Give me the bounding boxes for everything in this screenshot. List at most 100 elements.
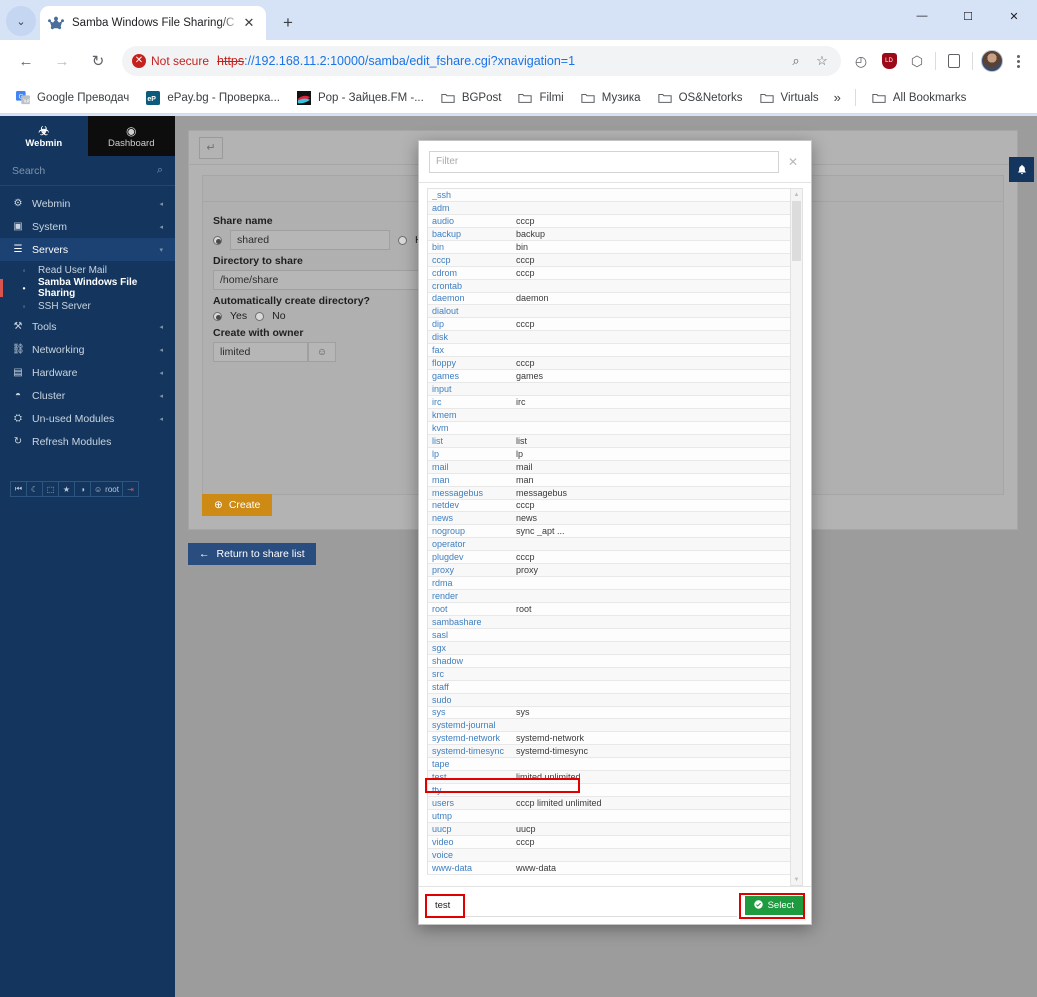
group-name[interactable]: irc	[432, 397, 516, 407]
address-bar[interactable]: ✕ Not secure https://192.168.11.2:10000/…	[122, 46, 841, 76]
group-name[interactable]: _ssh	[432, 190, 516, 200]
group-name[interactable]: nogroup	[432, 526, 516, 536]
all-bookmarks-button[interactable]: All Bookmarks	[864, 87, 974, 109]
table-row[interactable]: shadow	[428, 654, 794, 668]
table-row[interactable]: users cccp limited unlimited	[428, 797, 794, 810]
table-row[interactable]: fax	[428, 344, 794, 358]
table-row[interactable]: staff	[428, 680, 794, 694]
group-name[interactable]: list	[432, 436, 516, 446]
sidebar-item-unused-modules[interactable]: ⛭ Un-used Modules ◂	[0, 407, 175, 430]
screenshot-button[interactable]: ⬚	[42, 481, 59, 497]
table-row[interactable]: cdrom cccp	[428, 266, 794, 280]
language-button[interactable]: ◑	[74, 481, 91, 497]
table-row[interactable]: input	[428, 383, 794, 396]
table-row[interactable]: systemd-network systemd-network	[428, 732, 794, 746]
group-name[interactable]: lp	[432, 449, 516, 459]
browser-tab[interactable]: Samba Windows File Sharing/C ✕	[40, 6, 266, 40]
group-name[interactable]: proxy	[432, 565, 516, 575]
group-name[interactable]: staff	[432, 682, 516, 692]
table-row[interactable]: backup backup	[428, 227, 794, 241]
home-dirs-radio[interactable]	[398, 235, 407, 245]
table-row[interactable]: games games	[428, 370, 794, 384]
table-row[interactable]: tape	[428, 758, 794, 772]
sidebar-item-tools[interactable]: ⚒ Tools ◂	[0, 315, 175, 338]
table-row[interactable]: dialout	[428, 305, 794, 319]
favorites-button[interactable]: ★	[58, 481, 75, 497]
forward-icon[interactable]: →	[47, 46, 77, 76]
table-row[interactable]: src	[428, 667, 794, 681]
group-name[interactable]: dip	[432, 319, 516, 329]
new-tab-button[interactable]: +	[274, 9, 302, 37]
create-button[interactable]: ⊕ Create	[202, 494, 273, 516]
scroll-down-icon[interactable]: ▼	[791, 874, 802, 885]
group-name[interactable]: tape	[432, 759, 516, 769]
sidebar-item-samba[interactable]: • Samba Windows File Sharing	[0, 277, 175, 299]
search-icon[interactable]: ⌕	[783, 48, 809, 74]
group-name[interactable]: video	[432, 837, 516, 847]
bookmark-virtuals[interactable]: Virtuals	[752, 87, 826, 109]
sidebar-item-hardware[interactable]: ▤ Hardware ◂	[0, 361, 175, 384]
sidebar-item-networking[interactable]: ⛓ Networking ◂	[0, 338, 175, 361]
table-row[interactable]: sasl	[428, 628, 794, 642]
table-row[interactable]: sgx	[428, 641, 794, 655]
group-list[interactable]: _ssh adm audio cccp backup backup bin bin cccp cc…	[427, 188, 795, 875]
group-name[interactable]: sgx	[432, 643, 516, 653]
table-row[interactable]: root root	[428, 603, 794, 616]
group-name[interactable]: systemd-timesync	[432, 746, 516, 756]
group-name[interactable]: crontab	[432, 281, 516, 291]
bookmark-os-networks[interactable]: OS&Netorks	[650, 87, 750, 109]
table-row[interactable]: mail mail	[428, 460, 794, 474]
group-name[interactable]: operator	[432, 539, 516, 549]
group-name[interactable]: test	[432, 772, 516, 782]
group-name[interactable]: sudo	[432, 695, 516, 705]
table-row[interactable]: messagebus messagebus	[428, 486, 794, 500]
table-row[interactable]: uucp uucp	[428, 822, 794, 836]
group-name[interactable]: bin	[432, 242, 516, 252]
table-row[interactable]: proxy proxy	[428, 564, 794, 578]
sidebar-item-ssh-server[interactable]: ◦ SSH Server	[0, 297, 175, 315]
avatar[interactable]	[981, 50, 1003, 72]
table-row[interactable]: render	[428, 590, 794, 603]
group-name[interactable]: uucp	[432, 824, 516, 834]
history-sync-icon[interactable]: ◴	[847, 46, 875, 76]
return-to-share-list-button[interactable]: ← Return to share list	[188, 543, 316, 565]
table-row[interactable]: cccp cccp	[428, 253, 794, 267]
sidebar-item-cluster[interactable]: ◓ Cluster ◂	[0, 384, 175, 407]
group-name[interactable]: games	[432, 371, 516, 381]
group-name[interactable]: render	[432, 591, 516, 601]
group-list-container[interactable]: _ssh adm audio cccp backup backup bin bin cccp cc…	[419, 183, 811, 886]
owner-input[interactable]: limited	[213, 342, 308, 362]
selected-group-input[interactable]: test	[427, 895, 737, 917]
group-name[interactable]: root	[432, 604, 516, 614]
group-name[interactable]: tty	[432, 785, 516, 795]
user-picker-icon[interactable]: ☺	[308, 342, 336, 362]
table-row[interactable]: www-data www-data	[428, 861, 794, 875]
autocreate-no-radio[interactable]	[255, 311, 265, 321]
bookmarks-overflow-icon[interactable]: »	[828, 88, 847, 107]
reload-icon[interactable]: ↻	[83, 46, 113, 76]
sidebar-item-system[interactable]: ▣ System ◂	[0, 215, 175, 238]
table-row[interactable]: video cccp	[428, 835, 794, 849]
table-row[interactable]: crontab	[428, 279, 794, 293]
theme-dark-mode-button[interactable]: ☾	[26, 481, 43, 497]
notifications-bell-icon[interactable]	[1009, 157, 1034, 182]
sidebar-item-dashboard[interactable]: ◉ Dashboard	[87, 116, 175, 156]
table-row[interactable]: test limited unlimited	[428, 771, 794, 785]
bookmark-muzika[interactable]: Музика	[573, 87, 648, 109]
group-name[interactable]: plugdev	[432, 552, 516, 562]
table-row[interactable]: rdma	[428, 577, 794, 591]
select-button[interactable]: Select	[744, 896, 803, 915]
bookmark-bgpost[interactable]: BGPost	[433, 87, 509, 109]
security-status[interactable]: ✕ Not secure	[132, 54, 209, 68]
table-row[interactable]: sambashare	[428, 615, 794, 629]
group-name[interactable]: utmp	[432, 811, 516, 821]
table-row[interactable]: adm	[428, 201, 794, 215]
maximize-button[interactable]: ☐	[945, 0, 991, 32]
group-name[interactable]: src	[432, 669, 516, 679]
autocreate-yes-radio[interactable]	[213, 311, 222, 321]
share-name-radio[interactable]	[213, 235, 222, 245]
table-row[interactable]: kmem	[428, 408, 794, 422]
sidebar-brand[interactable]: ☣ Webmin	[0, 116, 88, 156]
group-name[interactable]: cdrom	[432, 268, 516, 278]
group-name[interactable]: messagebus	[432, 488, 516, 498]
